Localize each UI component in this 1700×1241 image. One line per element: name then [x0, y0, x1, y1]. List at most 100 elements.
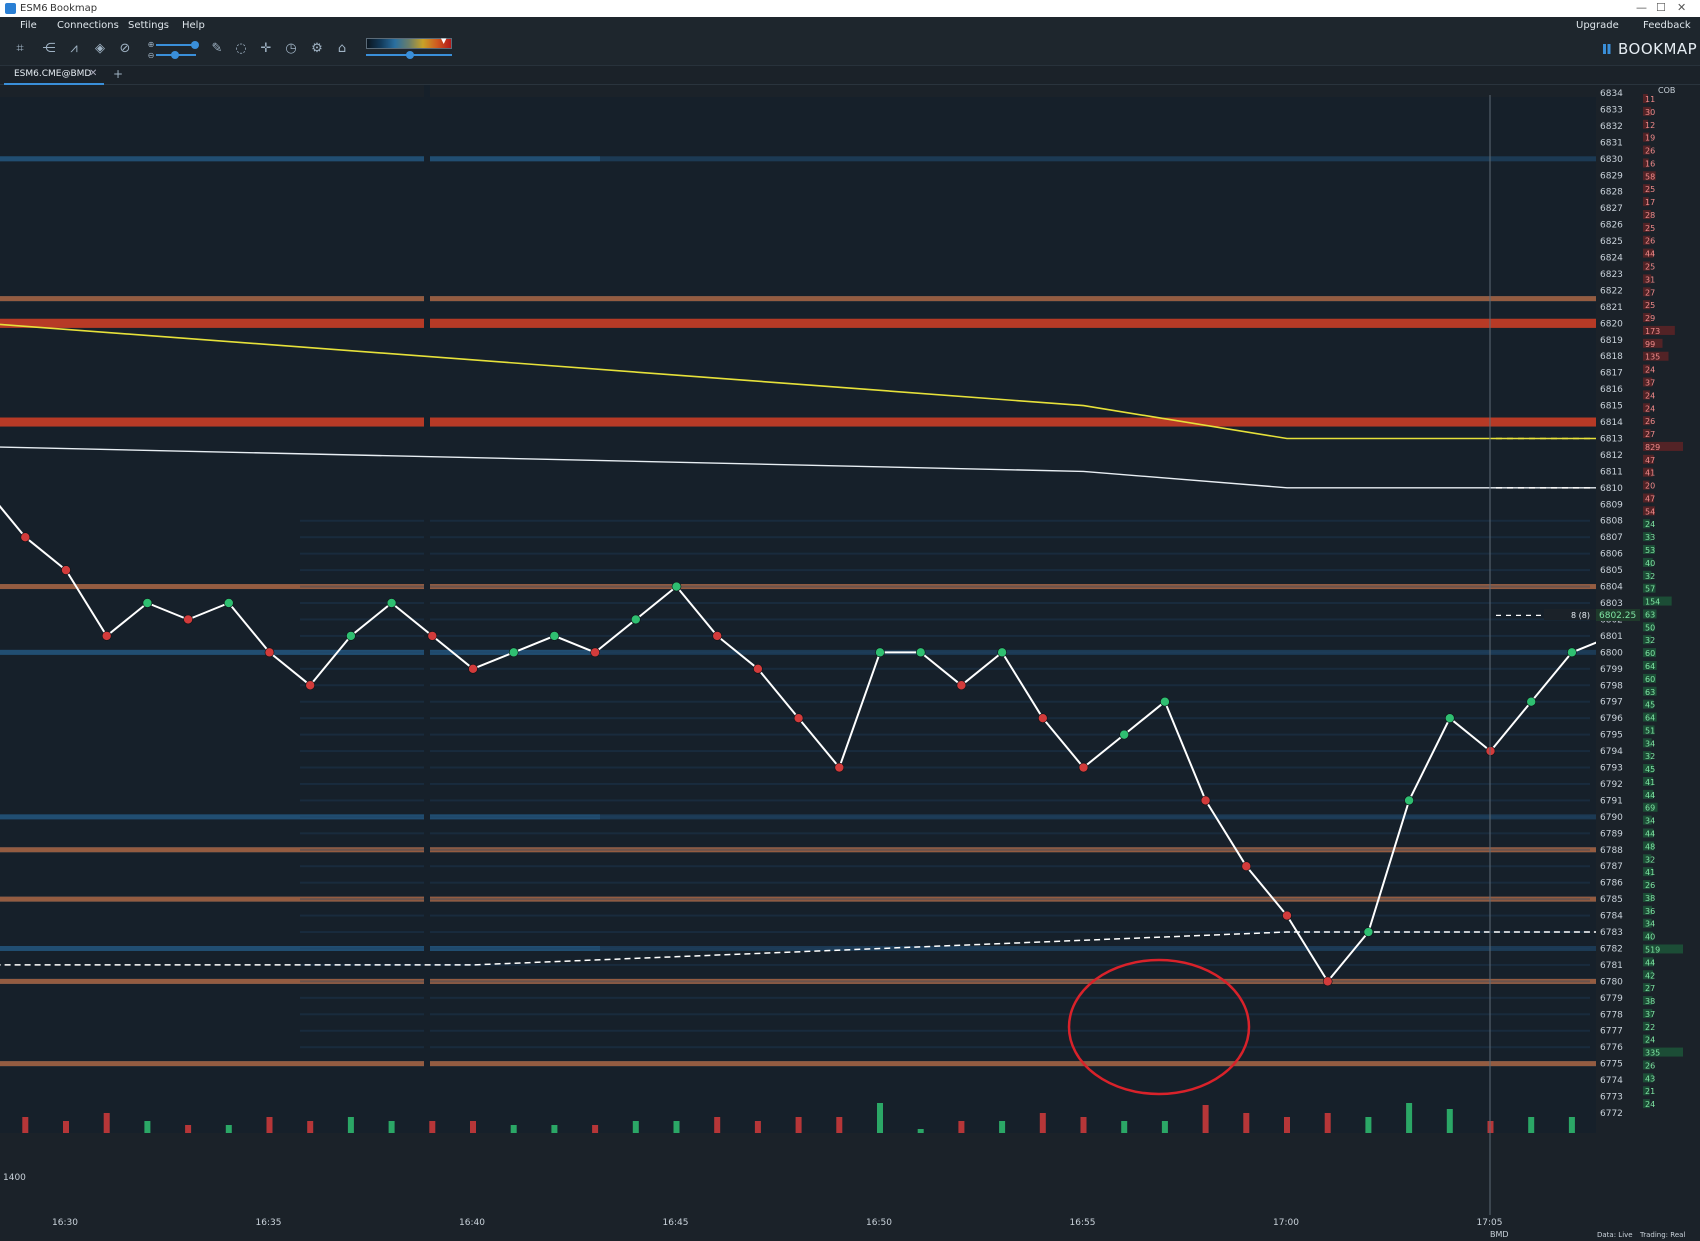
volume-bar [470, 1121, 476, 1133]
price-tick-label: 6796 [1600, 714, 1623, 724]
timer-icon[interactable]: ◷ [283, 41, 299, 57]
share-icon[interactable]: ⋲ [41, 41, 57, 57]
volume-bar [63, 1121, 69, 1133]
price-tick-label: 6779 [1600, 994, 1623, 1004]
price-tick-label: 6786 [1600, 879, 1623, 889]
liquidity-band-core [0, 417, 1596, 427]
liquidity-texture [300, 536, 1590, 539]
price-tick-label: 6803 [1600, 599, 1623, 609]
sell-bubble [20, 532, 31, 542]
liquidity-texture [300, 947, 1590, 950]
cob-value: 45 [1645, 765, 1655, 774]
close-window-button[interactable]: ✕ [1677, 1, 1686, 14]
sell-bubble [264, 647, 275, 658]
cob-value: 37 [1645, 378, 1655, 387]
sell-bubble [183, 614, 193, 625]
price-tick-label: 6783 [1600, 928, 1623, 938]
menu-file[interactable]: File [20, 20, 37, 31]
price-tick-label: 6773 [1600, 1093, 1623, 1103]
menu-settings[interactable]: Settings [128, 20, 169, 31]
cob-value: 58 [1645, 172, 1655, 181]
time-tick-label: 16:50 [866, 1218, 892, 1228]
cob-value: 25 [1645, 224, 1655, 233]
sell-bubble [753, 664, 763, 674]
tab-instrument[interactable]: ESM6.CME@BMD ✕ [4, 66, 104, 85]
sell-bubble [956, 680, 967, 691]
cob-value: 11 [1645, 95, 1655, 104]
volume-bar [1446, 1109, 1453, 1133]
liquidity-texture [300, 552, 1590, 555]
menu-connections[interactable]: Connections [57, 20, 119, 31]
zoom-slider-track-1[interactable] [156, 44, 196, 46]
upgrade-link[interactable]: Upgrade [1576, 20, 1619, 31]
price-tick-label: 6831 [1600, 138, 1623, 148]
time-tick-label: 16:30 [52, 1218, 78, 1228]
cob-value: 335 [1645, 1049, 1660, 1058]
cob-value: 20 [1645, 482, 1655, 491]
price-tick-label: 6775 [1600, 1060, 1623, 1070]
zoom-slider-knob-2[interactable] [171, 51, 179, 59]
cob-value: 24 [1645, 366, 1655, 375]
volume-bar [1284, 1117, 1290, 1133]
cob-value: 51 [1645, 726, 1655, 735]
price-tick-label: 6812 [1600, 451, 1623, 461]
chart-indicators-icon[interactable]: ⩘ [66, 41, 82, 57]
price-tick-label: 6790 [1600, 813, 1623, 823]
cob-value: 44 [1645, 958, 1655, 967]
screenshot-icon[interactable]: ⌗ [12, 41, 28, 57]
zoom-slider-knob-1[interactable] [191, 41, 199, 49]
menu-help[interactable]: Help [182, 20, 205, 31]
pen-icon[interactable]: ✎ [209, 41, 225, 57]
price-tick-label: 6782 [1600, 944, 1623, 954]
volume-bar [510, 1125, 517, 1133]
volume-bar [144, 1121, 151, 1133]
crosshair-icon[interactable]: ✛ [258, 41, 274, 57]
cob-value: 519 [1645, 945, 1660, 954]
tab-bar: ESM6.CME@BMD ✕ + ⌄ [0, 66, 1700, 144]
price-tick-label: 6780 [1600, 977, 1623, 987]
buy-bubble [508, 647, 519, 658]
diamond-icon[interactable]: ◈ [92, 41, 108, 57]
buy-bubble [671, 581, 682, 592]
feedback-link[interactable]: Feedback [1643, 20, 1691, 31]
liquidity-texture [300, 667, 1590, 670]
sell-bubble [101, 631, 112, 641]
price-axis-labels: 6834 6833 6832 6831 6830 6829 6828 6827 6826 6825… [1600, 89, 1623, 1119]
price-tick-label: 6818 [1600, 352, 1623, 362]
price-tick-label: 6822 [1600, 286, 1623, 296]
add-tab-button[interactable]: + [113, 67, 123, 81]
color-scale-dropdown-icon[interactable]: ▼ [441, 37, 446, 45]
cob-value: 64 [1645, 662, 1655, 671]
minimize-button[interactable]: — [1636, 1, 1647, 14]
liquidity-texture [300, 766, 1590, 769]
link-icon[interactable]: ⊘ [117, 41, 133, 57]
sell-bubble [793, 713, 804, 723]
heatmap-color-scale[interactable] [366, 38, 452, 49]
cob-value: 154 [1645, 598, 1660, 607]
cob-value: 99 [1645, 340, 1655, 349]
chat-icon[interactable]: ◌ [233, 41, 249, 57]
maximize-button[interactable]: ☐ [1656, 1, 1666, 14]
sell-bubble [305, 680, 316, 691]
time-tick-label: 16:45 [663, 1218, 689, 1228]
contrast-slider-knob[interactable] [406, 51, 414, 59]
liquidity-band-core [0, 156, 600, 162]
sell-bubble [1241, 861, 1252, 872]
sell-bubble [1322, 976, 1333, 987]
zoom-out-icon[interactable]: ⊖ [143, 48, 159, 64]
volume-bar [754, 1121, 761, 1133]
time-tick-label: 17:05 [1477, 1218, 1503, 1228]
price-tick-label: 6806 [1600, 550, 1623, 560]
settings-sliders-icon[interactable]: ⚙ [309, 41, 325, 57]
heatmap-chart[interactable]: 6834 6833 6832 6831 6830 6829 6828 6827 6826 6825… [0, 85, 1700, 1241]
close-tab-icon[interactable]: ✕ [89, 68, 97, 79]
price-tick-label: 6814 [1600, 418, 1623, 428]
lock-icon[interactable]: ⌂ [334, 41, 350, 57]
buy-bubble [915, 647, 926, 658]
liquidity-texture [300, 684, 1590, 687]
cob-value: 34 [1645, 817, 1655, 826]
buy-bubble [346, 631, 356, 641]
price-tick-label: 6776 [1600, 1043, 1623, 1053]
price-tick-label: 6793 [1600, 764, 1623, 774]
cob-value: 42 [1645, 971, 1655, 980]
